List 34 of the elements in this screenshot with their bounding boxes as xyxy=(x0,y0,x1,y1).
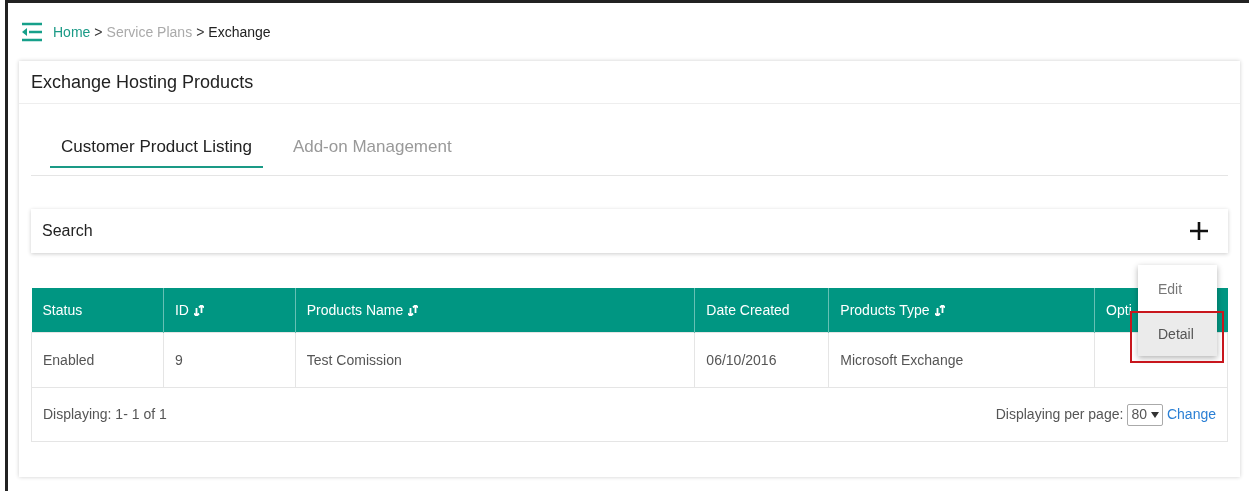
table-cell: 9 xyxy=(163,332,296,388)
column-header: Status xyxy=(31,288,164,333)
dropdown-caret-icon xyxy=(1150,411,1159,418)
menu-item[interactable]: Edit xyxy=(1138,265,1217,313)
change-link[interactable]: Change xyxy=(1166,404,1216,425)
breadcrumb-current: Exchange xyxy=(208,22,271,42)
sort-icon[interactable] xyxy=(934,304,945,316)
per-page-select[interactable]: 80 xyxy=(1127,403,1163,426)
column-header[interactable]: Products Name xyxy=(295,288,695,333)
add-icon[interactable] xyxy=(1189,221,1209,241)
menu-item[interactable]: Detail xyxy=(1138,313,1217,356)
menu-collapse-icon[interactable] xyxy=(21,22,43,42)
column-header[interactable]: ID xyxy=(163,288,296,333)
column-header[interactable]: Products Type xyxy=(828,288,1095,333)
displaying-count: Displaying: 1- 1 of 1 xyxy=(43,405,167,424)
breadcrumb-separator: > xyxy=(196,22,205,42)
breadcrumb-link[interactable]: Home xyxy=(53,21,91,43)
panel-title: Exchange Hosting Products xyxy=(19,61,1240,104)
table-cell: Enabled xyxy=(31,332,164,388)
header-cell-edge xyxy=(1216,288,1228,332)
per-page-label: Displaying per page: xyxy=(995,405,1124,424)
column-header: Date Created xyxy=(694,288,829,333)
search-bar[interactable]: Search xyxy=(31,209,1228,253)
tab[interactable]: Customer Product Listing xyxy=(50,128,263,168)
search-label: Search xyxy=(42,221,93,241)
tab[interactable]: Add-on Management xyxy=(264,128,480,168)
table-cell: Test Comission xyxy=(295,332,695,388)
breadcrumb-link[interactable]: Service Plans xyxy=(106,21,193,43)
sort-icon[interactable] xyxy=(193,304,204,316)
breadcrumb-separator: > xyxy=(94,22,103,42)
table-cell: 06/10/2016 xyxy=(694,332,829,388)
column-header: Opti xyxy=(1095,288,1139,332)
table-cell: Microsoft Exchange xyxy=(828,332,1095,388)
sort-icon[interactable] xyxy=(408,304,419,316)
